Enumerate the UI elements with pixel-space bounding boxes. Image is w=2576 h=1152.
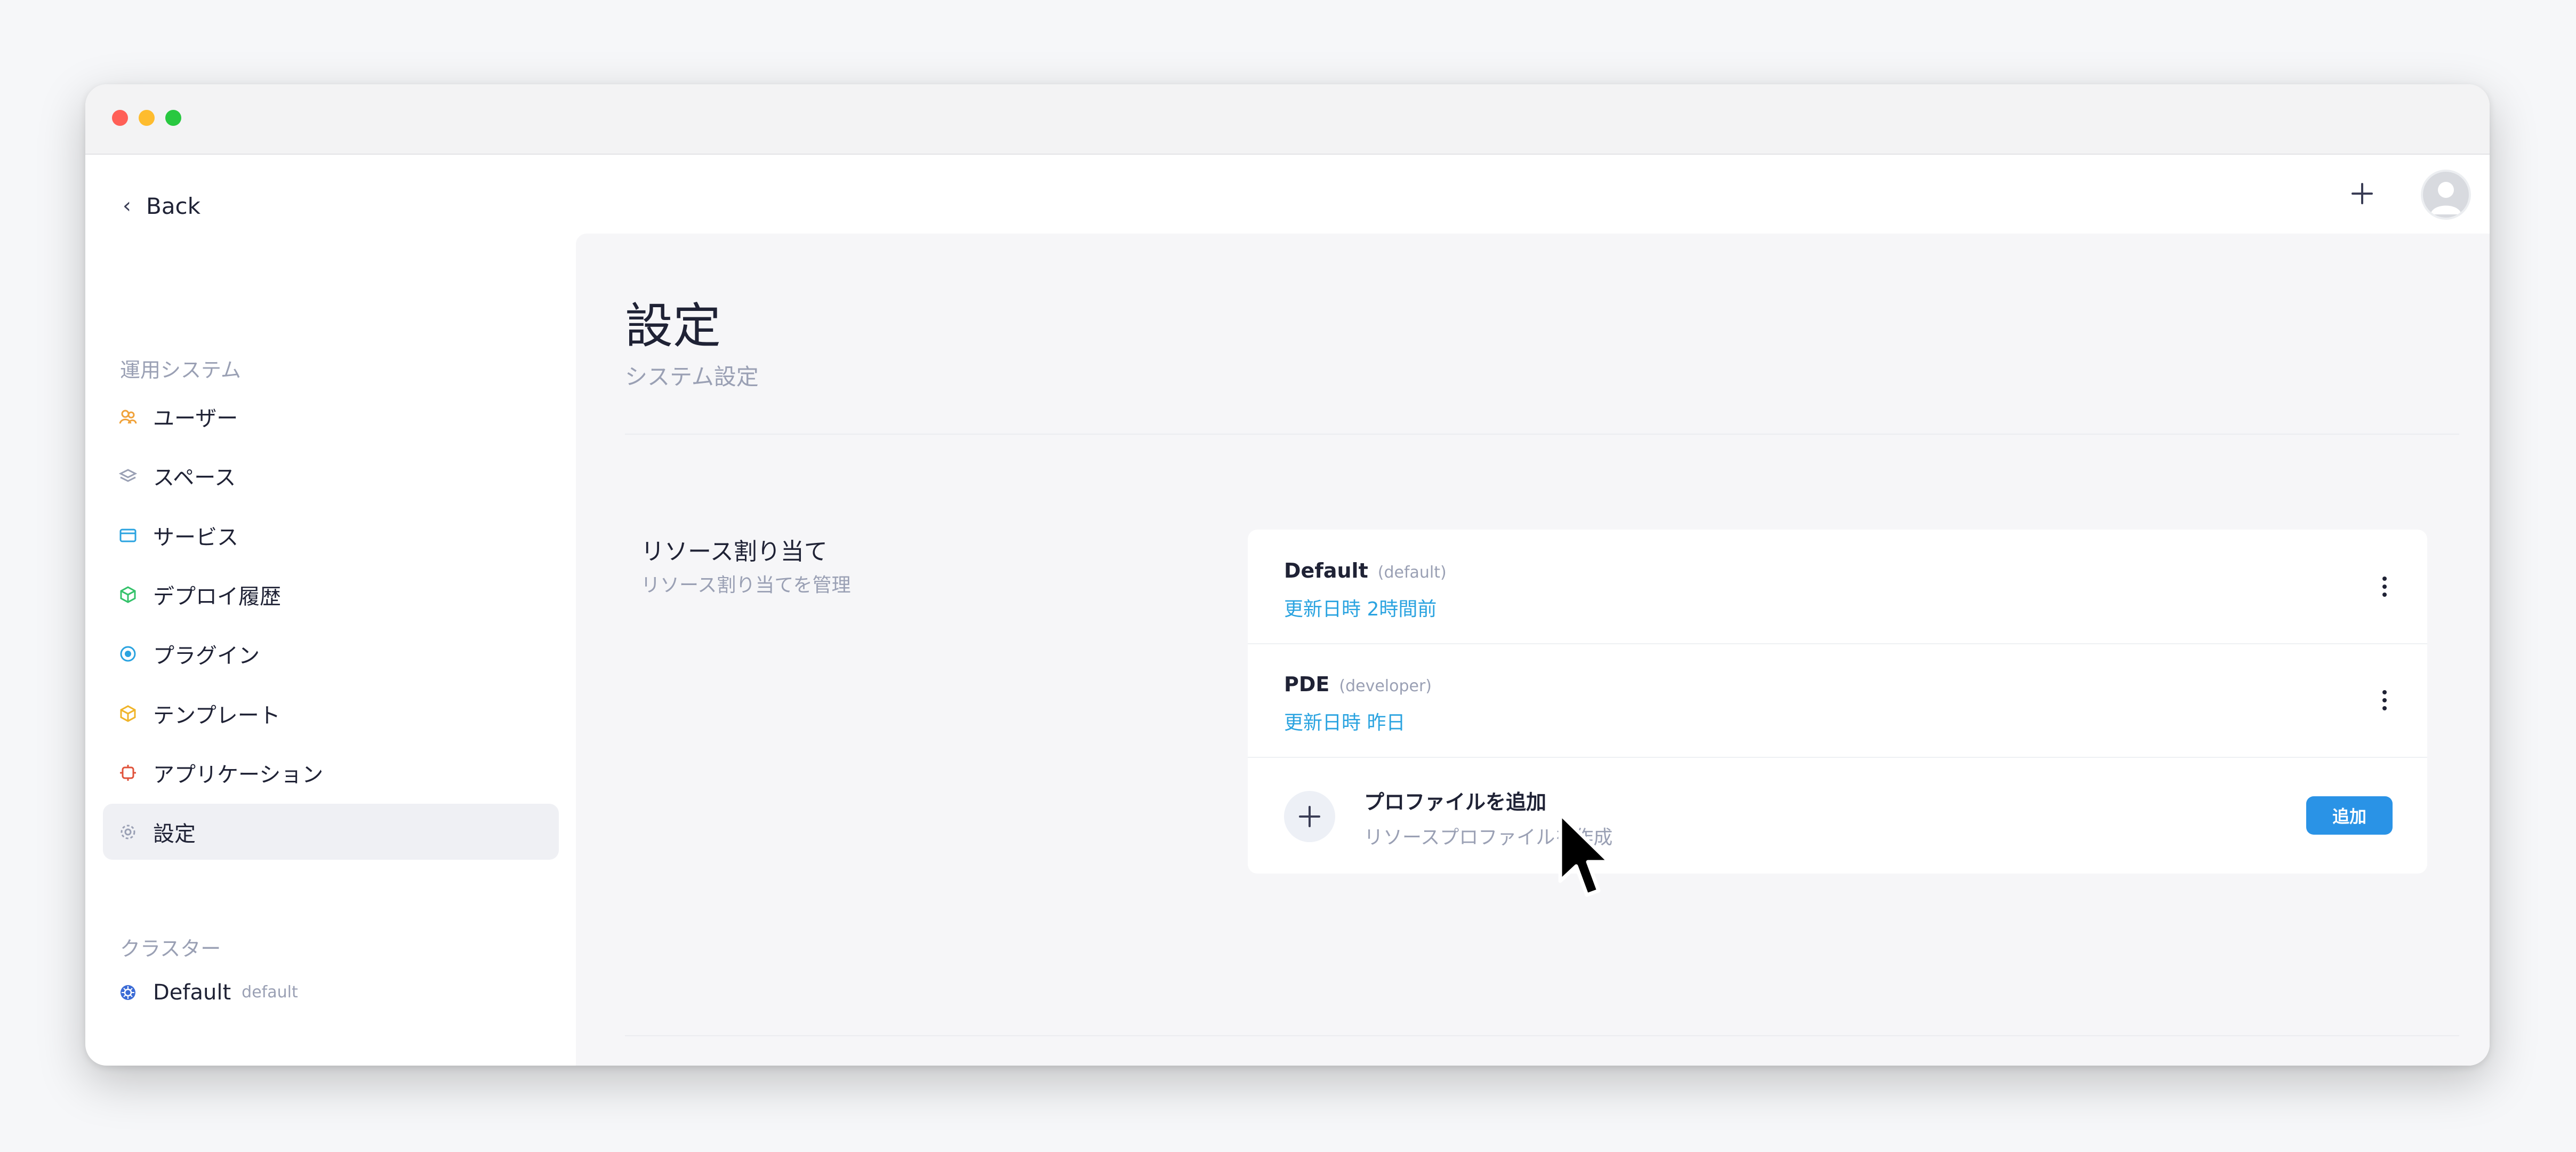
close-window-button[interactable] bbox=[112, 110, 128, 126]
zoom-window-button[interactable] bbox=[165, 110, 181, 126]
profile-row[interactable]: PDE (developer) 更新日時 昨日 bbox=[1248, 643, 2427, 758]
sidebar: 運用システム ユーザー スペース サービス デプロイ履歴 プラグイン テンプレー… bbox=[85, 154, 576, 1066]
profile-row[interactable]: Default (default) 更新日時 2時間前 bbox=[1248, 530, 2427, 644]
sidebar-item-users[interactable]: ユーザー bbox=[103, 388, 559, 444]
profile-name: PDE (developer) bbox=[1284, 673, 1432, 696]
app-icon bbox=[119, 764, 137, 782]
profile-name-text: Default bbox=[1284, 559, 1368, 582]
plugin-icon bbox=[119, 645, 137, 663]
page-subtitle: システム設定 bbox=[625, 364, 759, 390]
sidebar-item-label: スペース bbox=[153, 465, 236, 490]
profile-updated: 更新日時 2時間前 bbox=[1284, 598, 1437, 620]
main-content: 設定 システム設定 リソース割り当て リソース割り当てを管理 Default (d… bbox=[576, 234, 2490, 1066]
cube-icon bbox=[119, 586, 137, 604]
app-window: ‹ Back 運用システム ユーザー スペース サービス デプロイ履歴 プラグイ… bbox=[85, 84, 2490, 1066]
kubernetes-icon bbox=[119, 983, 137, 1002]
sidebar-item-plugins[interactable]: プラグイン bbox=[103, 626, 559, 682]
user-avatar-icon[interactable] bbox=[2421, 170, 2471, 220]
sidebar-item-label: ユーザー bbox=[153, 406, 238, 431]
divider bbox=[625, 434, 2459, 435]
sidebar-item-label: テンプレート bbox=[153, 703, 280, 728]
title-bar bbox=[85, 84, 2490, 155]
sidebar-item-label: サービス bbox=[153, 525, 238, 550]
window-icon bbox=[119, 526, 137, 545]
layers-icon bbox=[119, 467, 137, 485]
add-profile-plus-icon[interactable] bbox=[1284, 791, 1335, 842]
sidebar-item-label: アプリケーション bbox=[153, 762, 324, 787]
users-icon bbox=[119, 407, 137, 426]
mouse-cursor-icon bbox=[1558, 812, 1611, 897]
section-title: リソース割り当て bbox=[641, 538, 828, 565]
sidebar-item-label: 設定 bbox=[153, 821, 196, 846]
sidebar-section-title: 運用システム bbox=[120, 358, 241, 382]
sidebar-item-applications[interactable]: アプリケーション bbox=[103, 745, 559, 801]
sidebar-item-label: プラグイン bbox=[153, 643, 260, 668]
sidebar-item-deploy-history[interactable]: デプロイ履歴 bbox=[103, 566, 559, 622]
sidebar-item-services[interactable]: サービス bbox=[103, 507, 559, 563]
profile-name: Default (default) bbox=[1284, 559, 1447, 582]
gear-icon bbox=[119, 823, 137, 841]
resource-profiles-card: Default (default) 更新日時 2時間前 PDE (developer… bbox=[1248, 530, 2427, 874]
profile-tag: (developer) bbox=[1339, 677, 1432, 695]
add-profile-title: プロファイルを追加 bbox=[1364, 790, 1547, 814]
profile-name-text: PDE bbox=[1284, 673, 1330, 696]
more-vertical-icon[interactable] bbox=[2374, 682, 2395, 719]
sidebar-item-templates[interactable]: テンプレート bbox=[103, 685, 559, 741]
box-icon bbox=[119, 705, 137, 723]
profile-updated: 更新日時 昨日 bbox=[1284, 712, 1406, 734]
cluster-sublabel: default bbox=[242, 983, 298, 1002]
cluster-section-title: クラスター bbox=[120, 937, 221, 961]
section-description: リソース割り当てを管理 bbox=[641, 574, 851, 596]
cluster-label: Default bbox=[153, 980, 231, 1005]
profile-tag: (default) bbox=[1377, 563, 1447, 582]
more-vertical-icon[interactable] bbox=[2374, 568, 2395, 605]
minimize-window-button[interactable] bbox=[139, 110, 155, 126]
sidebar-item-label: デプロイ履歴 bbox=[153, 584, 281, 609]
add-plus-icon[interactable] bbox=[2346, 178, 2378, 210]
add-profile-button[interactable]: 追加 bbox=[2306, 796, 2393, 835]
sidebar-item-settings[interactable]: 設定 bbox=[103, 804, 559, 860]
cluster-item-default[interactable]: Default default bbox=[103, 964, 559, 1020]
page-title: 設定 bbox=[625, 298, 721, 354]
sidebar-item-spaces[interactable]: スペース bbox=[103, 447, 559, 503]
divider bbox=[625, 1035, 2459, 1036]
